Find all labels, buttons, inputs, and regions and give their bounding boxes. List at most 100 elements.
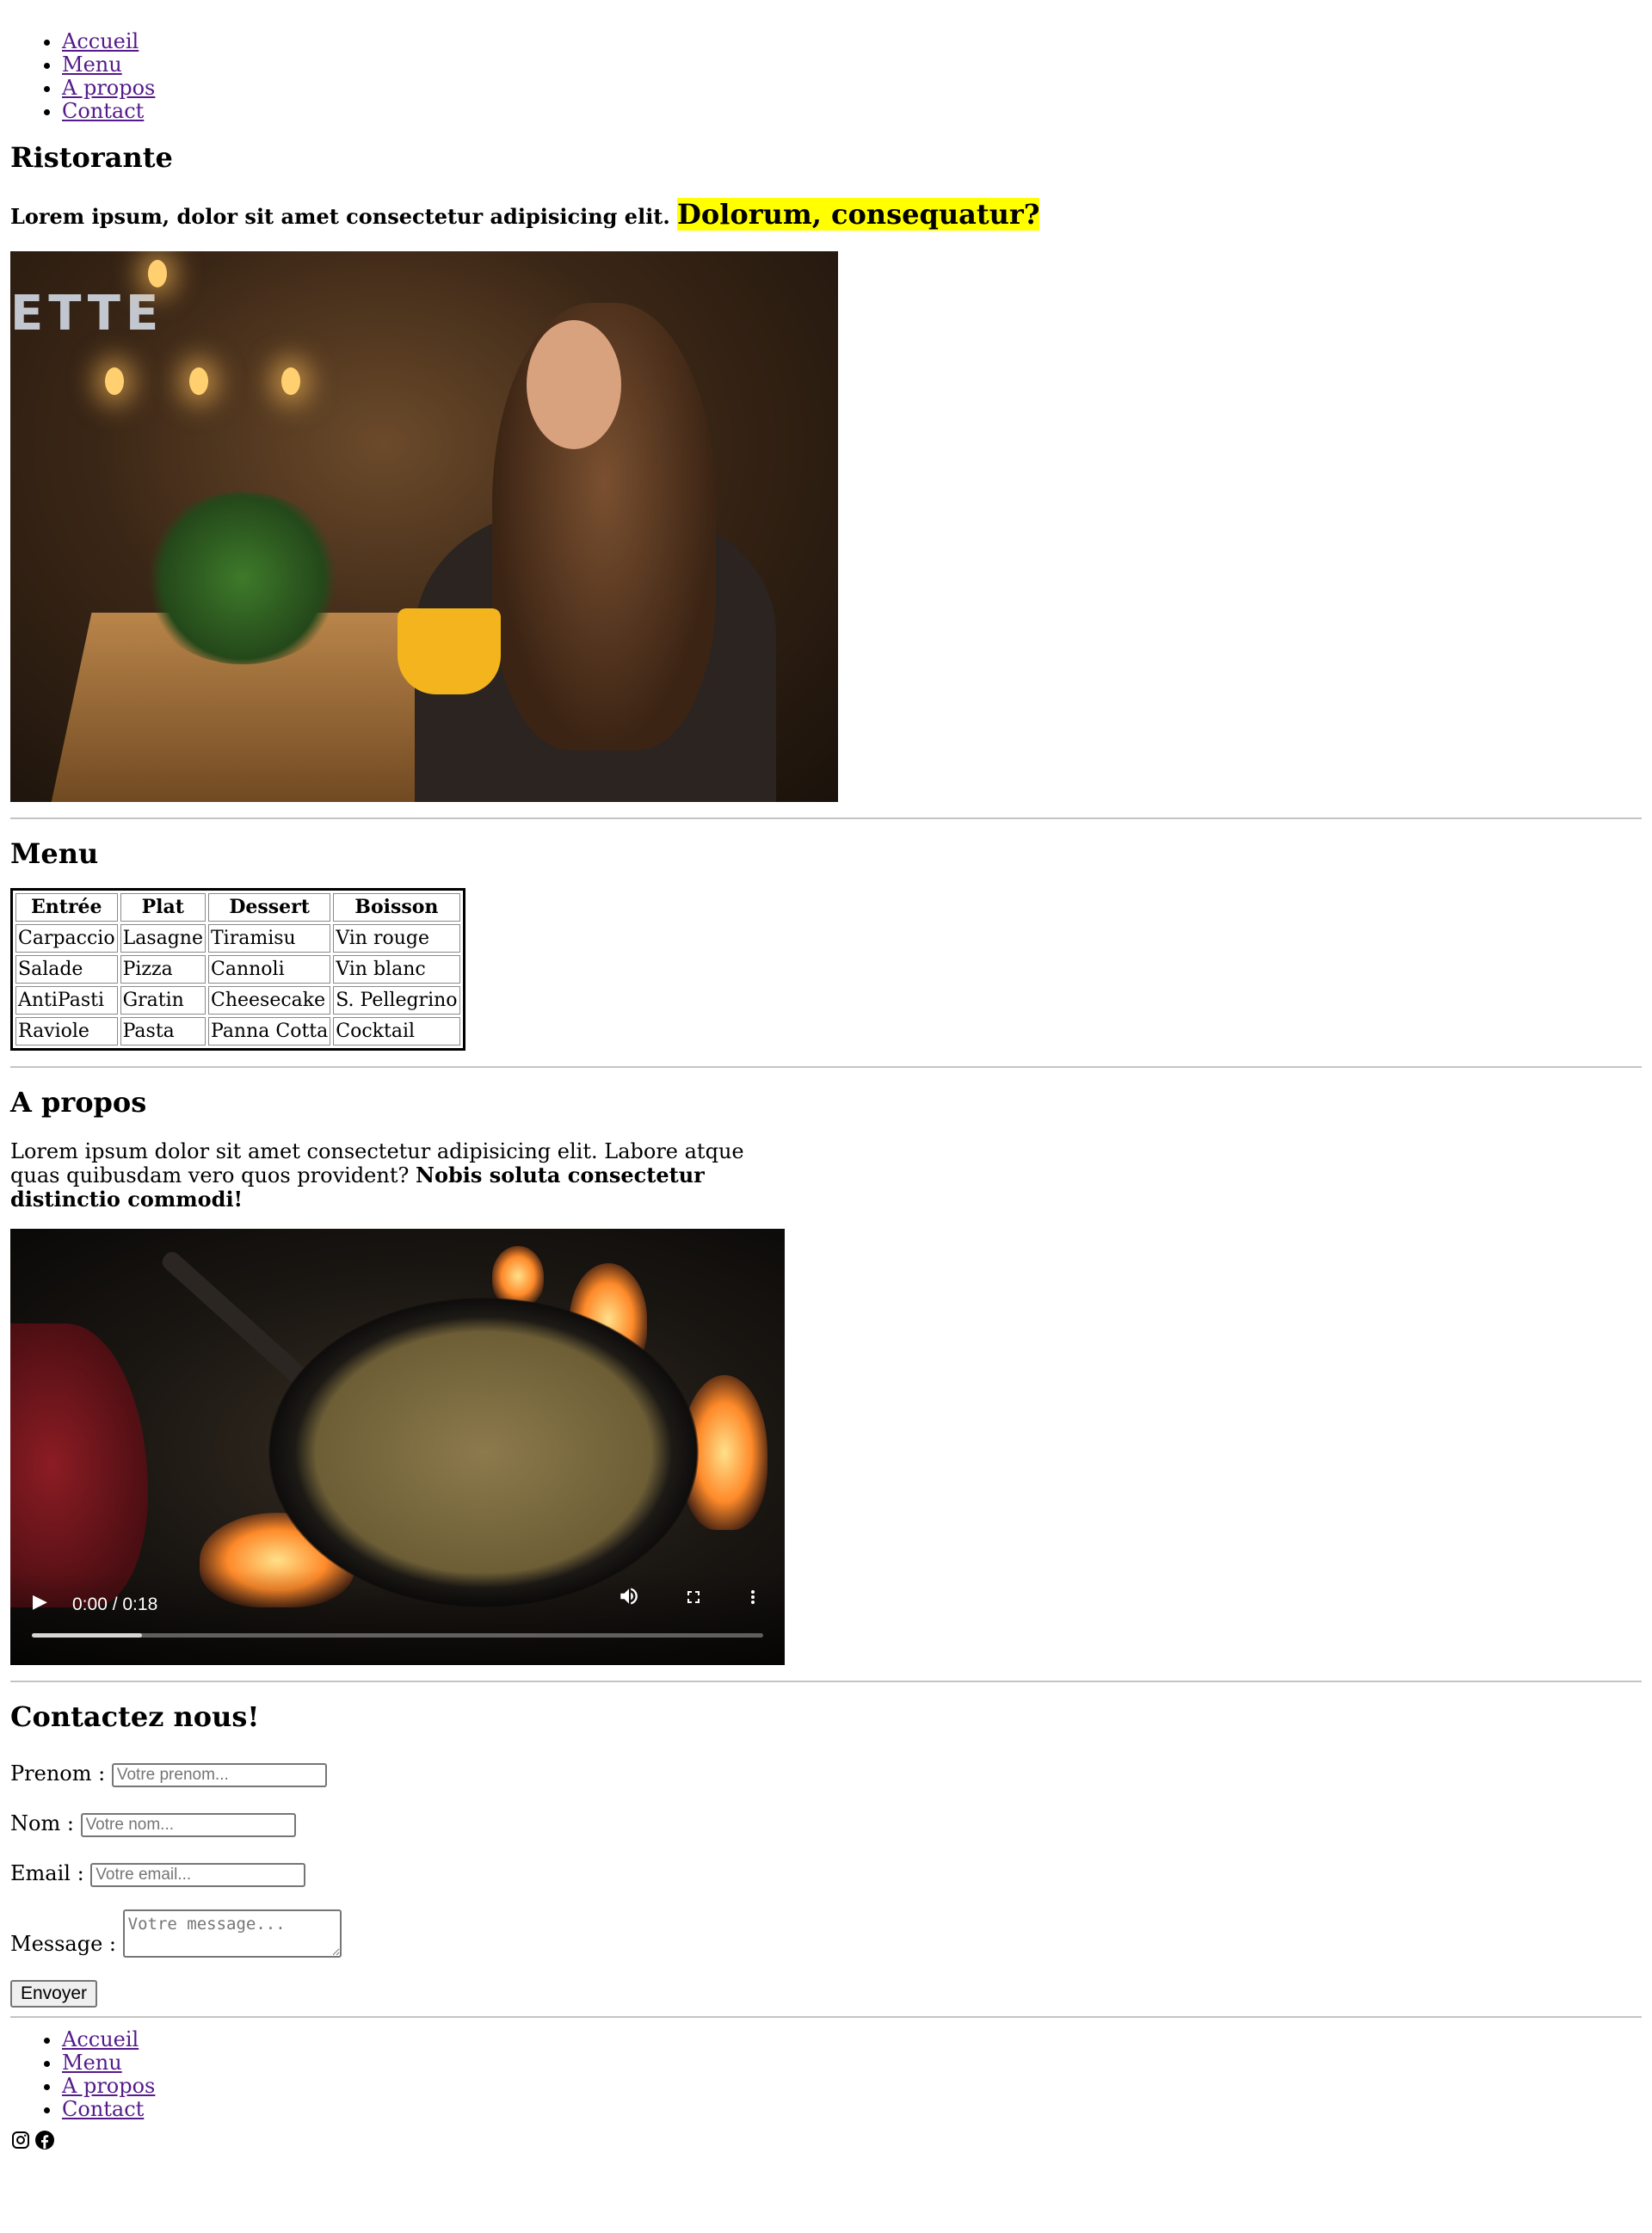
form-row-nom: Nom : [10, 1810, 1642, 1837]
frying-pan [268, 1298, 699, 1607]
video-player[interactable]: ▶ 0:00 / 0:18 [10, 1229, 785, 1665]
pendant-light [281, 367, 300, 395]
fullscreen-icon[interactable] [683, 1587, 704, 1613]
footer-link-accueil[interactable]: Accueil [62, 2027, 139, 2051]
menu-title: Menu [10, 837, 99, 870]
menu-col-header: Dessert [208, 893, 331, 922]
send-button[interactable]: Envoyer [10, 1980, 98, 2008]
instagram-icon-svg [12, 2131, 29, 2149]
footer-nav-item-accueil: Accueil [62, 2028, 1642, 2051]
lead-heading: Lorem ipsum, dolor sit amet consectetur … [10, 197, 1642, 234]
form-row-prenom: Prenom : [10, 1760, 1642, 1787]
menu-cell: Raviole [15, 1017, 118, 1046]
email-label: Email : [10, 1861, 84, 1885]
form-row-email: Email : [10, 1860, 1642, 1887]
top-nav: Accueil Menu A propos Contact [10, 30, 1642, 123]
footer-nav-item-contact: Contact [62, 2098, 1642, 2121]
form-row-message: Message : [10, 1909, 1642, 1958]
menu-cell: Cocktail [333, 1017, 460, 1046]
table-row: Raviole Pasta Panna Cotta Cocktail [15, 1017, 460, 1046]
message-field[interactable] [122, 1909, 342, 1958]
menu-cell: Pasta [120, 1017, 206, 1046]
menu-table: Entrée Plat Dessert Boisson Carpaccio La… [10, 888, 465, 1051]
pendant-light [189, 367, 208, 395]
nav-item-contact: Contact [62, 100, 1642, 123]
email-field[interactable] [90, 1862, 306, 1887]
cook-sleeve [10, 1323, 148, 1607]
page: Accueil Menu A propos Contact Ristorante… [0, 0, 1652, 2150]
divider [10, 1066, 1642, 1068]
footer-link-menu[interactable]: Menu [62, 2051, 122, 2075]
menu-cell: Cheesecake [208, 986, 331, 1015]
menu-cell: Salade [15, 955, 118, 984]
nav-item-menu: Menu [62, 53, 1642, 77]
nom-field[interactable] [80, 1812, 296, 1837]
yellow-cup [398, 608, 501, 694]
video-time: 0:00 / 0:18 [72, 1595, 158, 1614]
video-controls [10, 1570, 785, 1665]
menu-cell: Lasagne [120, 924, 206, 953]
plant [139, 492, 346, 664]
volume-icon-svg [620, 1588, 638, 1605]
table-row: Salade Pizza Cannoli Vin blanc [15, 955, 460, 984]
message-label: Message : [10, 1932, 116, 1956]
flame [492, 1246, 544, 1306]
menu-cell: Vin blanc [333, 955, 460, 984]
nom-label: Nom : [10, 1811, 74, 1835]
footer-link-apropos[interactable]: A propos [62, 2074, 155, 2098]
menu-cell: Tiramisu [208, 924, 331, 953]
nav-link-accueil[interactable]: Accueil [62, 29, 139, 53]
instagram-icon[interactable] [10, 2130, 31, 2150]
nav-item-accueil: Accueil [62, 30, 1642, 53]
contact-form: Prenom : Nom : Email : Message : Envoyer [10, 1760, 1642, 2008]
divider [10, 2016, 1642, 2018]
about-paragraph: Lorem ipsum dolor sit amet consectetur a… [10, 1140, 785, 1212]
more-options-icon[interactable] [749, 1587, 757, 1613]
footer-link-contact[interactable]: Contact [62, 2097, 144, 2121]
nav-item-apropos: A propos [62, 77, 1642, 100]
pan-handle [158, 1248, 319, 1396]
prenom-label: Prenom : [10, 1761, 106, 1786]
menu-cell: Carpaccio [15, 924, 118, 953]
menu-col-header: Boisson [333, 893, 460, 922]
footer-nav-item-menu: Menu [62, 2051, 1642, 2075]
video-buffer-bar [32, 1633, 142, 1638]
menu-cell: Vin rouge [333, 924, 460, 953]
nav-link-menu[interactable]: Menu [62, 52, 122, 77]
page-title: Ristorante [10, 141, 173, 174]
play-icon[interactable]: ▶ [33, 1591, 47, 1613]
menu-header-row: Entrée Plat Dessert Boisson [15, 893, 460, 922]
menu-cell: Panna Cotta [208, 1017, 331, 1046]
hero-photo: ETTE [10, 251, 838, 802]
prenom-field[interactable] [111, 1762, 327, 1787]
footer-nav-item-apropos: A propos [62, 2075, 1642, 2098]
facebook-icon[interactable] [34, 2130, 55, 2150]
divider [10, 1681, 1642, 1682]
divider [10, 817, 1642, 819]
woman-face [527, 320, 621, 449]
menu-cell: Pizza [120, 955, 206, 984]
menu-cell: S. Pellegrino [333, 986, 460, 1015]
pendant-light [105, 367, 124, 395]
volume-icon[interactable] [618, 1585, 640, 1613]
table-row: Carpaccio Lasagne Tiramisu Vin rouge [15, 924, 460, 953]
social-links [10, 2130, 1642, 2150]
lead-text: Lorem ipsum, dolor sit amet consectetur … [10, 204, 670, 229]
more-options-icon-svg [751, 1590, 755, 1604]
table-row: AntiPasti Gratin Cheesecake S. Pellegrin… [15, 986, 460, 1015]
menu-col-header: Plat [120, 893, 206, 922]
nav-link-contact[interactable]: Contact [62, 99, 144, 123]
lead-highlight: Dolorum, consequatur? [677, 198, 1040, 231]
neon-sign: ETTE [10, 286, 164, 342]
menu-col-header: Entrée [15, 893, 118, 922]
pendant-light [148, 260, 167, 287]
about-title: A propos [10, 1086, 147, 1119]
facebook-icon-svg [35, 2131, 54, 2150]
contact-title: Contactez nous! [10, 1700, 260, 1733]
menu-cell: Cannoli [208, 955, 331, 984]
nav-link-apropos[interactable]: A propos [62, 76, 155, 100]
menu-cell: Gratin [120, 986, 206, 1015]
menu-cell: AntiPasti [15, 986, 118, 1015]
footer-nav: Accueil Menu A propos Contact [10, 2028, 1642, 2121]
video-progress-track[interactable] [32, 1633, 763, 1638]
